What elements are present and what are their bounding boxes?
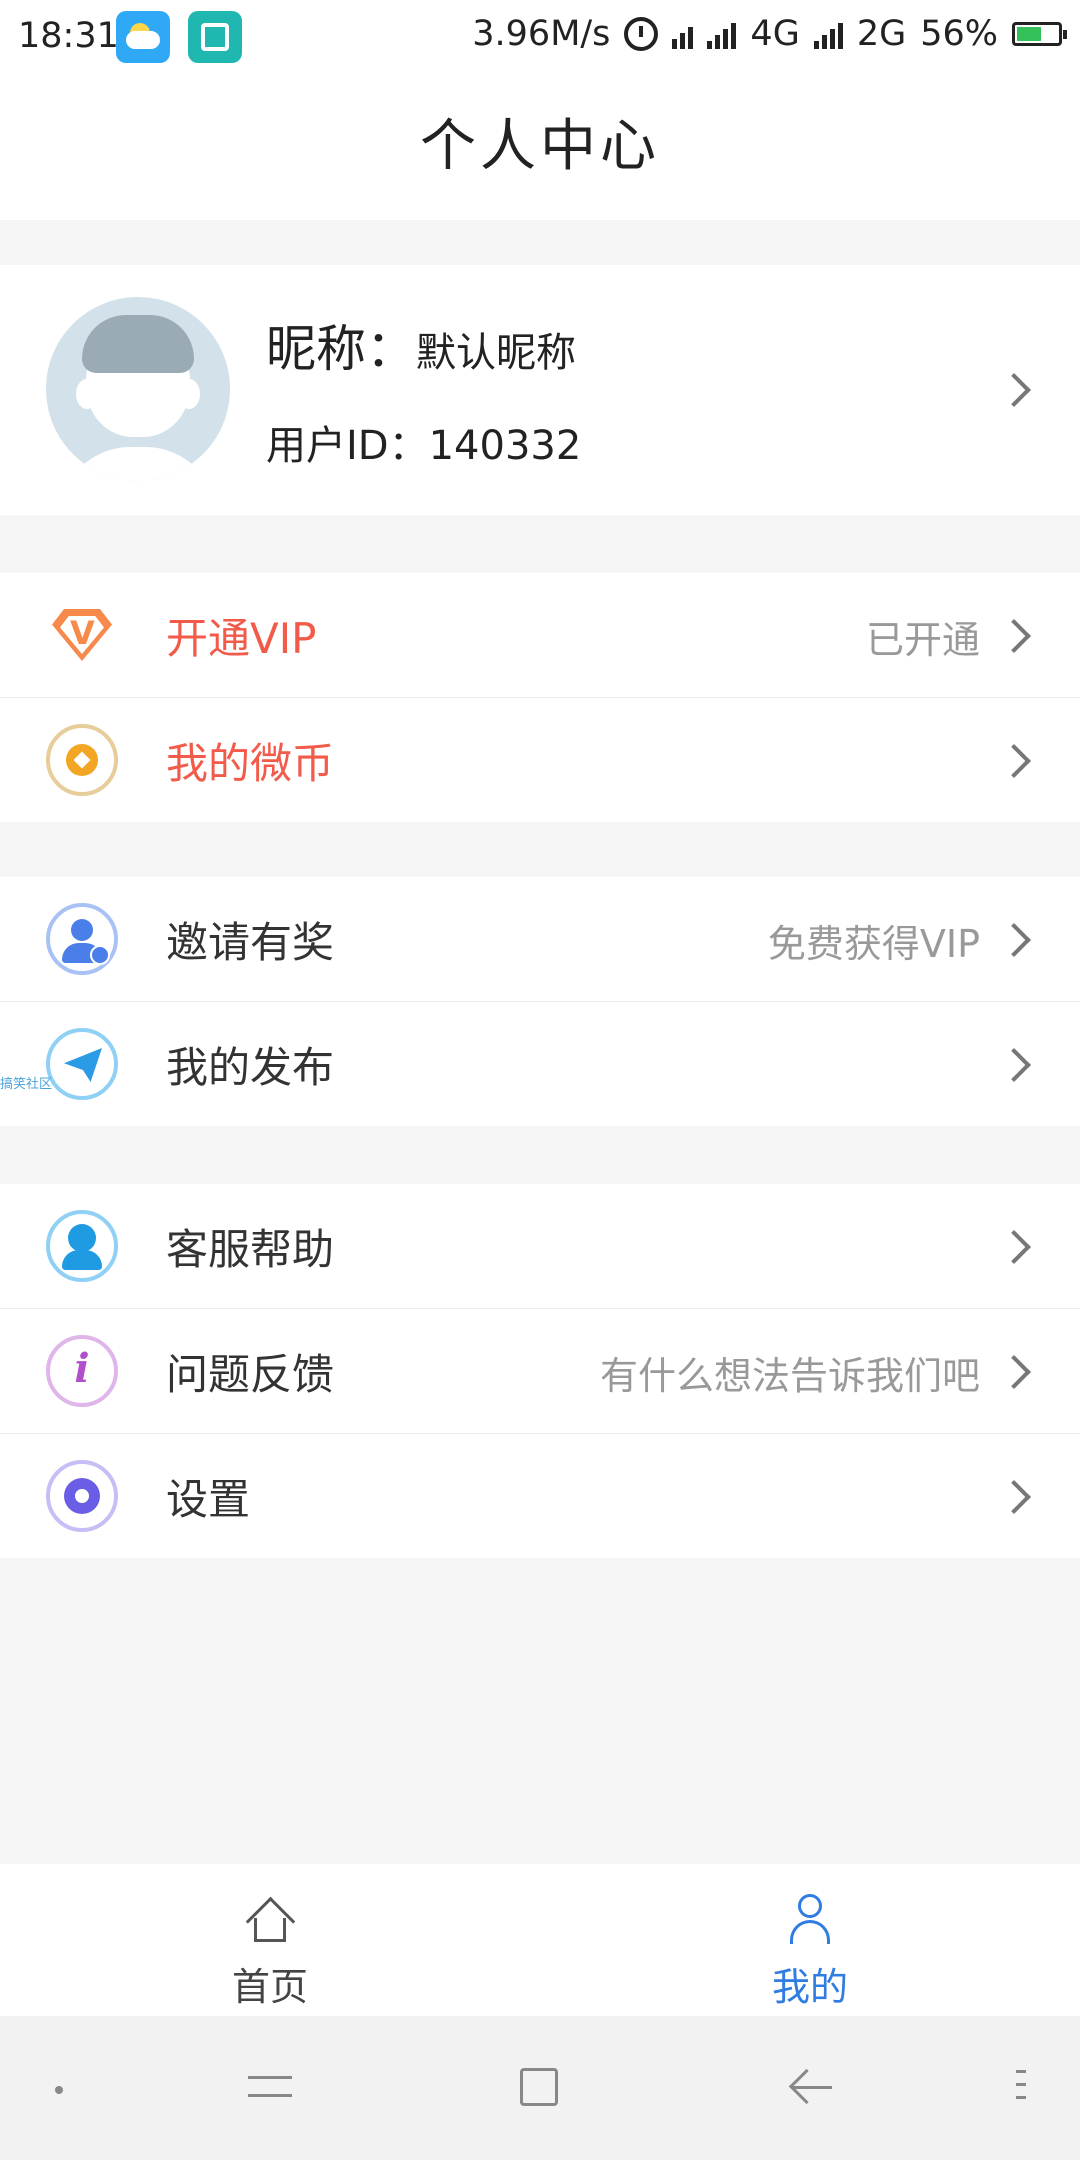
header: 个人中心	[0, 74, 1080, 220]
chevron-right-icon	[997, 1480, 1031, 1514]
net-type-2g: 2G	[856, 14, 907, 54]
menu-item-label: 客服帮助	[166, 1225, 335, 1274]
wifi-icon	[672, 19, 694, 49]
user-id-label: 用户ID：	[266, 423, 429, 469]
menu-item-hint: 免费获得VIP	[767, 922, 980, 966]
menu-item-hint: 已开通	[865, 618, 980, 662]
user-id-value: 140332	[428, 423, 582, 469]
bottom-tab-bar: 首页 我的	[0, 1864, 1080, 2016]
customer-service-icon	[46, 1210, 118, 1282]
coin-icon	[46, 724, 118, 796]
alarm-icon	[624, 17, 659, 51]
menu-item-label: 问题反馈	[166, 1350, 335, 1399]
system-nav-bar	[0, 2016, 1080, 2160]
menu-item-coins[interactable]: 我的微币	[0, 698, 1080, 822]
menu-item-settings[interactable]: 设置	[0, 1434, 1080, 1558]
menu-item-label: 我的微币	[166, 739, 335, 788]
chevron-right-icon	[997, 1048, 1031, 1082]
chevron-right-icon	[997, 923, 1031, 957]
switch-apps-icon[interactable]	[248, 2064, 292, 2108]
person-icon	[786, 1894, 834, 1944]
battery-icon	[1012, 22, 1067, 46]
chevron-right-icon	[997, 1230, 1031, 1264]
home-square-icon[interactable]	[520, 2068, 558, 2106]
chevron-right-icon	[997, 373, 1031, 407]
battery-percent: 56%	[920, 14, 998, 54]
menu-item-vip[interactable]: V 开通VIP 已开通	[0, 573, 1080, 698]
gear-icon	[46, 1460, 118, 1532]
nickname-label: 昵称：	[266, 320, 416, 378]
menu-item-label: 我的发布	[166, 1043, 335, 1092]
chevron-right-icon	[997, 744, 1031, 778]
menu-item-my-posts[interactable]: 我的发布	[0, 1002, 1080, 1126]
status-time: 18:31	[18, 16, 119, 56]
menu-dots-icon[interactable]	[1016, 2070, 1026, 2106]
menu-item-feedback[interactable]: i 问题反馈 有什么想法告诉我们吧	[0, 1309, 1080, 1434]
chevron-right-icon	[997, 619, 1031, 653]
menu-item-customer-service[interactable]: 客服帮助	[0, 1184, 1080, 1309]
signal-4g-icon	[707, 19, 737, 49]
nickname-value: 默认昵称	[416, 330, 576, 376]
weather-app-icon	[116, 11, 170, 63]
nickname-line: 昵称： 默认昵称	[266, 309, 576, 381]
status-indicators: 3.96M/s 4G 2G 56%	[472, 14, 1067, 54]
status-bar: 18:31 3.96M/s 4G 2G 56%	[0, 0, 1080, 74]
net-type-4g: 4G	[750, 14, 800, 54]
menu-group-invite: 邀请有奖 免费获得VIP 我的发布	[0, 877, 1080, 1126]
watermark-text: 搞笑社区	[0, 1077, 53, 1092]
menu-item-label: 设置	[166, 1475, 251, 1524]
menu-item-hint: 有什么想法告诉我们吧	[599, 1354, 980, 1398]
signal-2g-icon	[813, 19, 843, 49]
menu-item-label: 邀请有奖	[166, 918, 335, 967]
nav-dot-icon[interactable]	[55, 2086, 63, 2094]
back-arrow-icon[interactable]	[788, 2068, 834, 2108]
chevron-right-icon	[997, 1355, 1031, 1389]
tab-home[interactable]: 首页	[0, 1864, 540, 2016]
avatar[interactable]	[46, 297, 230, 481]
tab-me[interactable]: 我的	[540, 1864, 1080, 2016]
tab-me-label: 我的	[771, 1965, 848, 2009]
profile-card[interactable]: 昵称： 默认昵称 用户ID：140332	[0, 265, 1080, 515]
user-id-line: 用户ID：140332	[266, 413, 581, 471]
invite-user-icon	[46, 903, 118, 975]
menu-item-invite[interactable]: 邀请有奖 免费获得VIP	[0, 877, 1080, 1002]
info-icon: i	[46, 1335, 118, 1407]
home-icon	[245, 1896, 296, 1947]
menu-item-label: 开通VIP	[166, 614, 317, 663]
menu-group-support: 客服帮助 i 问题反馈 有什么想法告诉我们吧 设置	[0, 1184, 1080, 1558]
tab-home-label: 首页	[231, 1965, 308, 2009]
page-title: 个人中心	[420, 114, 660, 179]
vip-diamond-icon: V	[46, 599, 118, 671]
menu-group-vip: V 开通VIP 已开通 我的微币	[0, 573, 1080, 822]
paper-plane-icon	[46, 1028, 118, 1100]
net-speed: 3.96M/s	[472, 14, 611, 54]
scan-app-icon	[188, 11, 242, 63]
